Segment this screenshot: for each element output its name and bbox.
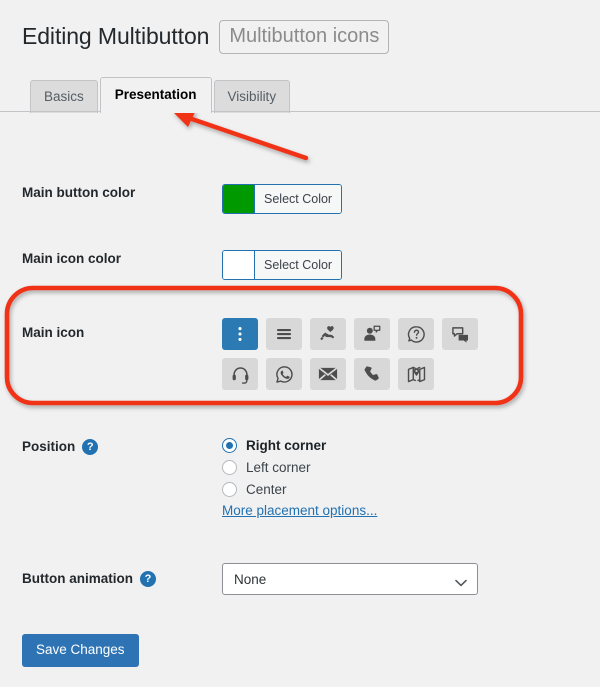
radio-indicator [222,460,237,475]
tab-basics[interactable]: Basics [30,79,98,113]
icon-option-headset[interactable] [222,358,258,390]
page-title-text: Editing Multibutton [22,23,210,50]
page-title: Editing Multibutton Multibutton icons [22,20,390,54]
icon-option-phone[interactable] [354,358,390,390]
hamburger-menu-icon [275,325,293,343]
main-icon-color-label: Main icon color [22,251,122,266]
position-option-center[interactable]: Center [222,482,600,497]
icon-option-map-pin[interactable] [398,358,434,390]
button-animation-value: None [234,571,267,587]
main-icon-grid [222,318,494,390]
page-title-chip: Multibutton icons [219,20,390,54]
position-option-right-corner[interactable]: Right corner [222,438,600,453]
envelope-icon [318,364,338,384]
vertical-dots-icon [231,325,249,343]
chevron-down-icon [455,575,467,587]
main-button-select-color-button[interactable]: Select Color [255,185,342,213]
row-main-icon: Main icon [0,318,600,390]
main-icon-color-picker[interactable]: Select Color [222,250,343,280]
position-radio-group: Right corner Left corner Center [222,438,600,497]
active-tab-divider-gap [104,111,210,112]
question-bubble-icon [407,325,426,344]
icon-option-chat-bubbles[interactable] [442,318,478,350]
button-animation-help-icon[interactable]: ? [140,571,156,588]
person-speech-bubble-icon [363,325,381,343]
map-pin-icon [407,365,426,384]
row-main-button-color: Main button color Select Color [0,184,600,218]
row-main-icon-color: Main icon color Select Color [0,250,600,284]
icon-option-hamburger-menu[interactable] [266,318,302,350]
icon-option-whatsapp[interactable] [266,358,302,390]
chat-bubbles-icon [451,325,470,344]
tab-visibility[interactable]: Visibility [213,79,291,113]
button-animation-label: Button animation ? [0,563,222,589]
position-help-icon[interactable]: ? [82,439,99,456]
position-option-label: Left corner [246,460,311,475]
position-option-left-corner[interactable]: Left corner [222,460,600,475]
headset-icon [231,365,250,384]
main-button-color-picker[interactable]: Select Color [222,184,343,214]
icon-option-vertical-dots[interactable] [222,318,258,350]
row-position: Position ? Right corner Left corner Cent… [0,438,600,520]
hand-heart-icon [319,325,338,344]
position-label-text: Position [22,439,76,454]
radio-indicator [222,438,237,453]
save-changes-button[interactable]: Save Changes [22,634,139,668]
icon-option-question-bubble[interactable] [398,318,434,350]
button-animation-label-text: Button animation [22,571,133,586]
tab-divider [0,111,600,112]
radio-indicator [222,482,237,497]
button-animation-select[interactable]: None [222,563,478,595]
more-placement-options-link[interactable]: More placement options... [222,503,377,518]
annotation-arrow [172,110,309,161]
position-option-label: Center [246,482,287,497]
main-button-color-swatch[interactable] [223,185,255,213]
icon-option-hand-heart[interactable] [310,318,346,350]
whatsapp-icon [275,365,294,384]
position-option-label: Right corner [246,438,327,453]
position-label: Position ? [0,438,222,457]
phone-icon [363,365,381,383]
main-icon-select-color-button[interactable]: Select Color [255,251,342,279]
tab-presentation[interactable]: Presentation [99,76,212,113]
main-button-color-label: Main button color [22,185,136,200]
icon-option-person-speech-bubble[interactable] [354,318,390,350]
row-button-animation: Button animation ? None [0,563,600,595]
tab-bar: Basics Presentation Visibility [0,76,600,113]
main-icon-label: Main icon [22,325,85,340]
icon-option-envelope[interactable] [310,358,346,390]
main-icon-color-swatch[interactable] [223,251,255,279]
